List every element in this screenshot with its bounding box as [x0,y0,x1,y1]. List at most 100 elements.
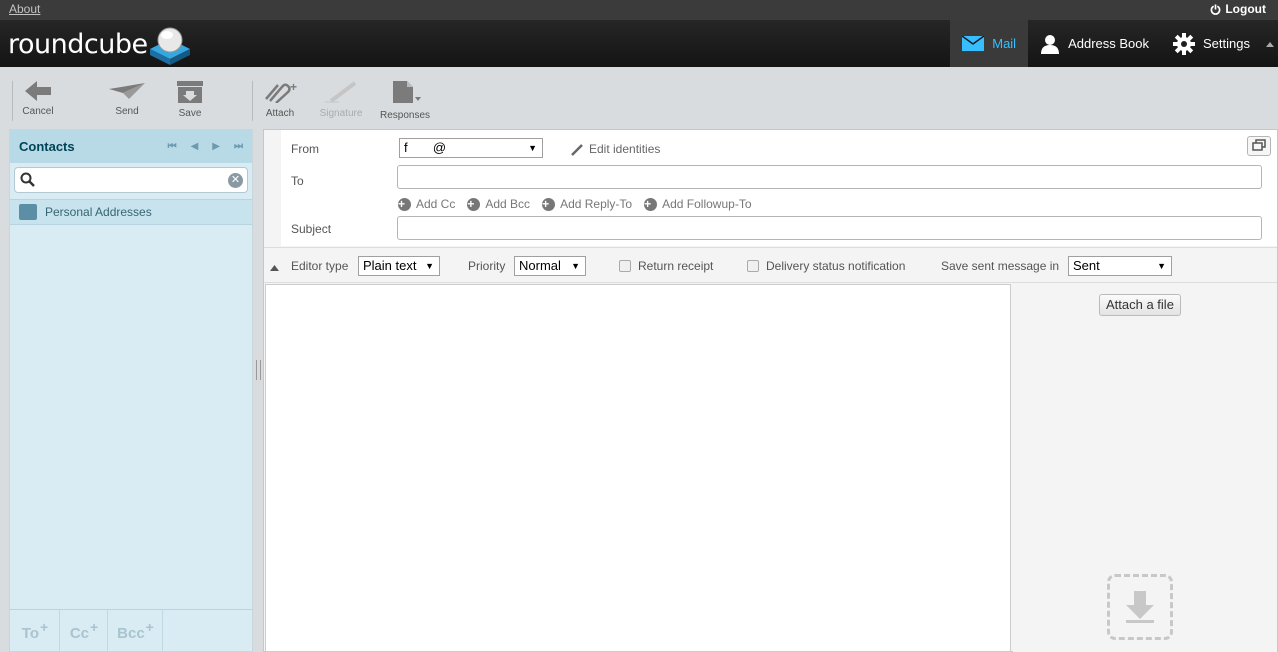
topline: About Logout [0,0,1278,20]
add-cc-footer-button[interactable]: Cc + [60,610,108,652]
signature-label: Signature [319,108,363,119]
edit-identities-link[interactable]: Edit identities [571,142,660,156]
subject-input[interactable] [397,216,1262,240]
about-link[interactable]: About [9,2,40,16]
return-receipt-checkbox[interactable] [619,260,631,272]
from-select[interactable]: f @ ▼ [399,138,543,158]
addressbook-label: Personal Addresses [45,205,152,219]
add-bcc-footer-label: Bcc [117,624,145,642]
plus-icon: + [40,619,49,635]
dropdown-arrow-icon: ▼ [571,261,580,271]
taskbar: Mail Address Book Settings [950,20,1278,67]
logout-label: Logout [1225,2,1266,16]
header: roundcube Mail Address Book Settings [0,20,1278,67]
taskbar-collapse-button[interactable] [1262,20,1278,67]
save-sent-select[interactable]: Sent ▼ [1068,256,1172,276]
task-settings[interactable]: Settings [1161,20,1262,67]
add-bcc-label: Add Bcc [485,197,531,211]
addressbook-icon [19,204,37,220]
save-sent-value: Sent [1073,258,1100,273]
task-address-book[interactable]: Address Book [1028,20,1161,67]
to-label: To [291,174,304,188]
task-settings-label: Settings [1203,36,1250,51]
plus-icon: + [90,619,99,635]
dropdown-arrow-icon: ▼ [1157,261,1166,271]
person-icon [1041,34,1060,54]
dsn-label: Delivery status notification [766,259,906,273]
message-body-textarea[interactable] [265,284,1011,652]
edit-identities-label: Edit identities [589,142,661,156]
power-icon [1210,3,1221,15]
attach-button[interactable]: + Attach [262,80,298,119]
cancel-button[interactable]: Cancel [18,81,58,117]
save-button[interactable]: Save [172,81,208,119]
plus-circle-icon: + [542,197,556,211]
add-followup-to-link[interactable]: + Add Followup-To [644,197,752,211]
send-button[interactable]: Send [107,81,147,117]
add-bcc-link[interactable]: + Add Bcc [467,197,530,211]
add-reply-to-label: Add Reply-To [560,197,633,211]
dsn-checkbox[interactable] [747,260,759,272]
dropdown-arrow-icon: ▼ [425,261,434,271]
priority-value: Normal [519,258,561,273]
attach-label: Attach [265,108,295,119]
compose-panel: From f @ ▼ Edit identities To + Add Cc + A… [263,129,1278,652]
contacts-pager: ⏮ ◀ ▶ ⏭ [168,141,243,152]
toolbar: Cancel Send Save + Attach Signature Resp… [0,67,1278,128]
collapse-options-icon[interactable] [270,264,279,271]
subject-label: Subject [291,222,332,236]
contacts-panel: Contacts ⏮ ◀ ▶ ⏭ ✕ Personal Addresses To… [9,129,253,652]
add-cc-link[interactable]: + Add Cc [398,197,455,211]
last-page-icon[interactable]: ⏭ [234,141,243,152]
editor-type-value: Plain text [363,258,417,273]
mail-icon [962,36,985,51]
add-bcc-footer-button[interactable]: Bcc + [108,610,163,652]
document-dropdown-icon [393,81,421,103]
task-mail-label: Mail [992,36,1017,51]
save-label: Save [178,108,202,119]
logout-button[interactable]: Logout [1210,2,1266,16]
file-drop-zone[interactable] [1107,574,1173,640]
signature-button[interactable]: Signature [316,81,366,119]
cancel-label: Cancel [22,106,54,117]
add-header-links: + Add Cc + Add Bcc + Add Reply-To + Add Foll… [398,197,752,211]
add-followup-to-label: Add Followup-To [662,197,752,211]
responses-button[interactable]: Responses [376,81,434,121]
to-input[interactable] [397,165,1262,189]
popout-button[interactable] [1247,136,1271,156]
logo: roundcube [8,23,194,65]
previous-page-icon[interactable]: ◀ [191,141,199,152]
contacts-footer: To + Cc + Bcc + [10,609,252,652]
save-box-icon [177,81,203,103]
svg-text:+: + [290,81,297,94]
from-value: f @ [404,140,472,155]
paper-plane-icon [109,83,145,99]
save-sent-label: Save sent message in [941,259,1060,273]
panel-splitter[interactable] [256,360,261,380]
paperclip-icon: + [265,80,297,104]
plus-circle-icon: + [467,197,481,211]
chevron-up-icon [1266,41,1274,47]
contacts-search-input[interactable]: ✕ [14,167,248,193]
contacts-title: Contacts [19,139,75,154]
add-cc-footer-label: Cc [69,624,89,642]
toolbar-separator [252,81,253,121]
add-to-label: To [21,624,40,642]
gear-icon [1173,32,1196,55]
plus-icon: + [145,619,154,635]
add-to-button[interactable]: To + [10,610,60,652]
roundcube-logo-icon [149,27,190,65]
compose-headers: From f @ ▼ Edit identities To + Add Cc + A… [264,130,1277,246]
attach-file-button[interactable]: Attach a file [1099,294,1181,316]
clear-search-icon[interactable]: ✕ [228,173,243,188]
pencil-icon [571,143,583,156]
first-page-icon[interactable]: ⏮ [168,141,177,152]
editor-type-select[interactable]: Plain text ▼ [358,256,440,276]
add-reply-to-link[interactable]: + Add Reply-To [542,197,632,211]
addressbook-item-personal[interactable]: Personal Addresses [10,199,252,225]
priority-select[interactable]: Normal ▼ [514,256,586,276]
add-cc-label: Add Cc [416,197,456,211]
task-mail[interactable]: Mail [950,20,1029,67]
next-page-icon[interactable]: ▶ [212,141,220,152]
from-label: From [291,142,319,156]
